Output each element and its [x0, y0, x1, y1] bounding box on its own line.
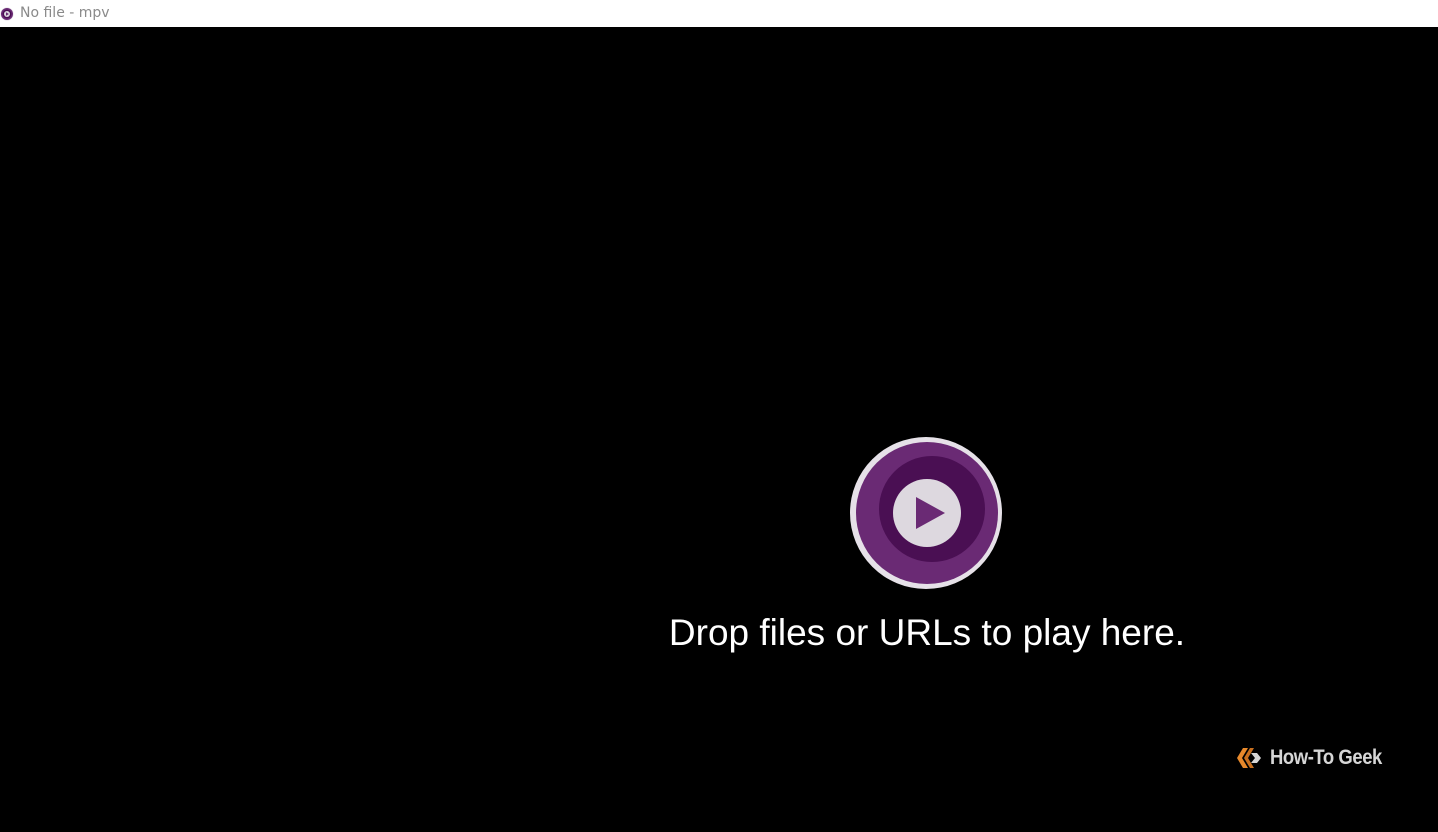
mpv-icon	[0, 6, 14, 21]
mpv-play-logo-icon	[850, 437, 1002, 589]
video-area[interactable]	[0, 27, 1438, 832]
how-to-geek-logo-icon	[1237, 748, 1261, 768]
window-titlebar[interactable]: No file - mpv	[0, 0, 1438, 27]
window-title: No file - mpv	[20, 5, 110, 21]
how-to-geek-watermark: How-To Geek	[1234, 744, 1397, 772]
drop-files-message: Drop files or URLs to play here.	[668, 612, 1186, 653]
watermark-text: How-To Geek	[1270, 746, 1382, 769]
